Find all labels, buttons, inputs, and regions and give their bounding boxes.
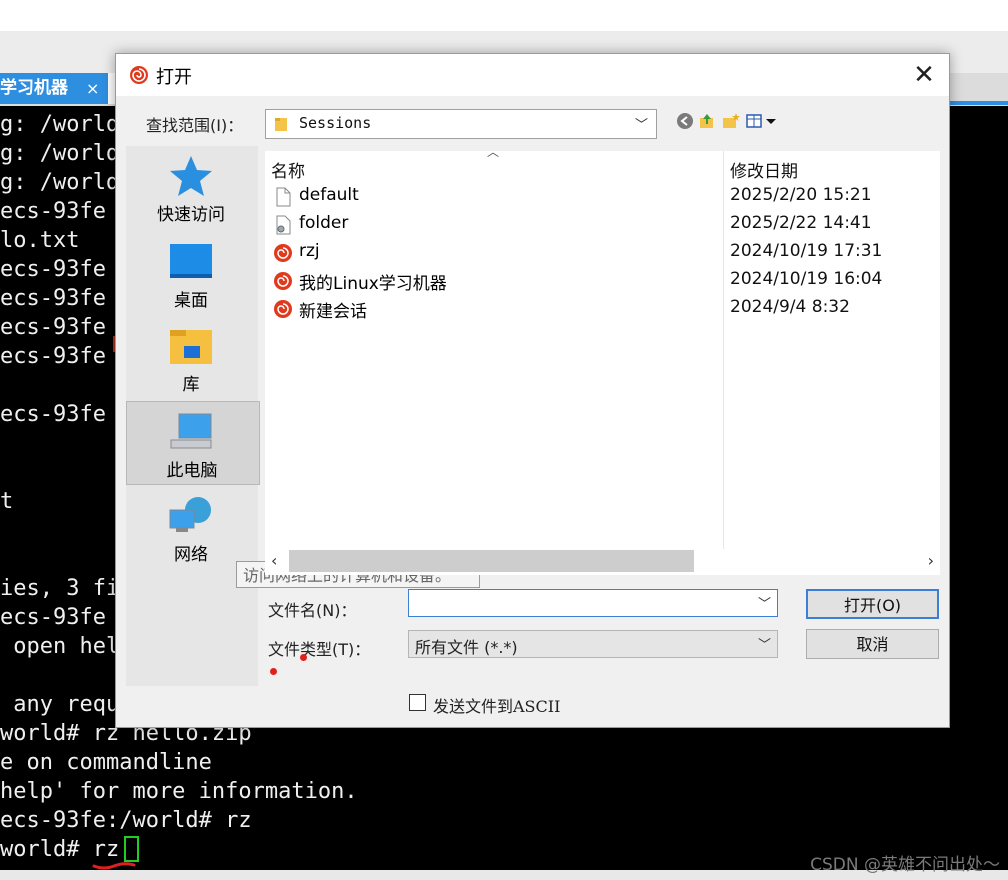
terminal-line: world# rz: [0, 837, 120, 862]
terminal-line: help' for more information.: [0, 779, 358, 804]
place-library[interactable]: 库: [126, 316, 258, 398]
file-type-label: 文件类型(T)：: [268, 640, 371, 659]
look-in-dropdown[interactable]: Sessions ﹀: [265, 109, 657, 139]
horizontal-scrollbar[interactable]: ‹ ›: [265, 549, 940, 575]
terminal-line: ecs-93fe: [0, 315, 106, 340]
annotation-underline: [92, 862, 136, 870]
place-desktop[interactable]: 桌面: [126, 232, 258, 314]
file-date: 2024/9/4 8:32: [730, 297, 850, 317]
watermark: CSDN @英雄不问出处～: [810, 855, 1000, 875]
file-row[interactable]: 新建会话 2024/9/4 8:32: [265, 295, 940, 323]
scroll-left-icon[interactable]: ‹: [271, 551, 277, 570]
scroll-right-icon[interactable]: ›: [928, 551, 934, 570]
terminal-line: e on commandline: [0, 750, 212, 775]
terminal-line: ecs-93fe: [0, 257, 106, 282]
file-date: 2025/2/20 15:21: [730, 185, 872, 205]
session-icon: [274, 272, 292, 290]
file-name: folder: [299, 213, 349, 233]
terminal-line: ecs-93fe:/world# rz: [0, 808, 252, 833]
column-header-name[interactable]: 名称: [271, 157, 305, 182]
send-ascii-label: 发送文件到ASCII: [433, 697, 561, 716]
network-icon: [169, 497, 211, 532]
settings-file-icon: [276, 215, 291, 235]
place-quick-access[interactable]: 快速访问: [126, 146, 258, 228]
place-label: 此电脑: [166, 461, 218, 481]
chevron-down-icon[interactable]: ﹀: [758, 593, 771, 612]
file-name-input[interactable]: ﹀: [408, 589, 778, 617]
terminal-line: lo.txt: [0, 228, 80, 253]
star-icon: [170, 156, 212, 196]
file-date: 2024/10/19 17:31: [730, 241, 883, 261]
place-this-pc[interactable]: 此电脑: [126, 401, 260, 485]
dialog-titlebar: 打开 ✕: [116, 54, 949, 96]
session-icon: [130, 66, 148, 84]
up-folder-icon[interactable]: [698, 112, 716, 130]
computer-icon: [170, 413, 212, 449]
place-label: 库: [182, 375, 200, 395]
terminal-cursor: [124, 836, 139, 862]
file-name: 我的Linux学习机器: [299, 274, 447, 294]
tab-close-icon[interactable]: ×: [86, 73, 99, 104]
file-icon: [276, 187, 291, 207]
file-row[interactable]: 我的Linux学习机器 2024/10/19 16:04: [265, 267, 940, 295]
terminal-line: ecs-93fe: [0, 286, 106, 311]
file-name: default: [299, 185, 359, 205]
close-icon[interactable]: ✕: [902, 58, 946, 92]
new-folder-icon[interactable]: [722, 112, 740, 130]
sort-ascending-icon: ︿: [487, 145, 500, 159]
dialog-title: 打开: [156, 67, 192, 88]
terminal-line: open hel: [0, 634, 120, 659]
send-ascii-checkbox[interactable]: [409, 694, 426, 711]
file-type-value: 所有文件 (*.*): [415, 638, 518, 657]
place-network[interactable]: 网络: [126, 486, 258, 568]
terminal-line: t: [0, 489, 14, 514]
annotation-dot: [300, 654, 307, 661]
file-name: 新建会话: [299, 302, 367, 322]
file-type-dropdown[interactable]: 所有文件 (*.*) ﹀: [408, 630, 778, 658]
file-list[interactable]: 名称 ︿ 修改日期 default 2025/2/20 15:21 folder…: [265, 145, 940, 575]
session-icon: [274, 244, 292, 262]
terminal-line: ecs-93fe: [0, 402, 106, 427]
places-bar: 快速访问 桌面 库 此电脑 网络: [126, 146, 260, 686]
tabbar-accent: [948, 101, 1008, 105]
chevron-down-icon: ﹀: [634, 118, 648, 133]
file-date: 2024/10/19 16:04: [730, 269, 883, 289]
open-file-dialog: 打开 ✕ 查找范围(I)： Sessions ﹀ 快速访问 桌面 库 此电脑 网…: [115, 53, 950, 728]
chevron-down-icon: ﹀: [757, 638, 771, 653]
session-tab-active[interactable]: 学习机器 ×: [0, 73, 108, 104]
terminal-line: ecs-93fe: [0, 344, 106, 369]
file-row[interactable]: folder 2025/2/22 14:41: [265, 211, 940, 239]
folder-icon: [275, 118, 287, 131]
terminal-line: g: /world: [0, 141, 120, 166]
terminal-line: ecs-93fe: [0, 199, 106, 224]
place-label: 桌面: [174, 291, 208, 311]
scrollbar-thumb[interactable]: [289, 550, 694, 572]
session-icon: [274, 300, 292, 318]
terminal-line: any requ: [0, 692, 120, 717]
file-name-label: 文件名(N)：: [268, 601, 357, 620]
terminal-line: g: /world: [0, 170, 120, 195]
desktop-icon: [170, 244, 212, 278]
file-name: rzj: [299, 241, 320, 261]
open-button[interactable]: 打开(O): [806, 589, 939, 619]
file-date: 2025/2/22 14:41: [730, 213, 872, 233]
column-header-date[interactable]: 修改日期: [730, 157, 798, 182]
terminal-line: ecs-93fe: [0, 605, 106, 630]
library-icon: [170, 330, 212, 364]
terminal-line: g: /world: [0, 112, 120, 137]
look-in-label: 查找范围(I)：: [146, 116, 244, 135]
session-tab-label: 学习机器: [0, 78, 68, 98]
annotation-dot: [270, 668, 277, 675]
view-menu-icon[interactable]: [746, 112, 780, 130]
file-row[interactable]: rzj 2024/10/19 17:31: [265, 239, 940, 267]
cancel-button[interactable]: 取消: [806, 629, 939, 659]
app-title-area: [0, 0, 1008, 31]
look-in-value: Sessions: [299, 114, 372, 132]
terminal-line: ies, 3 fi: [0, 576, 120, 601]
place-label: 快速访问: [157, 205, 225, 225]
back-icon[interactable]: [676, 112, 694, 130]
file-row[interactable]: default 2025/2/20 15:21: [265, 183, 940, 211]
